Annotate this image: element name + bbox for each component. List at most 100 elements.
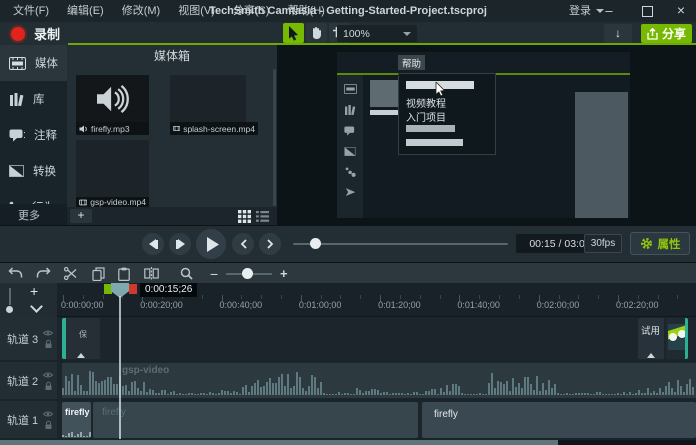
playhead-out-marker[interactable]	[129, 284, 137, 294]
eye-icon[interactable]	[43, 371, 53, 378]
pan-tool-button[interactable]	[306, 23, 327, 43]
lock-icon[interactable]	[44, 420, 53, 429]
canvas-preview: 帮助 视频教程 入门项目	[277, 45, 696, 225]
lock-icon[interactable]	[44, 339, 53, 348]
behaviors-icon	[345, 167, 356, 177]
clip-label: 保	[79, 329, 87, 340]
record-button[interactable]: 录制	[9, 24, 60, 43]
clip-edge	[685, 318, 688, 359]
step-back-icon	[149, 239, 156, 249]
media-item-label[interactable]: firefly.mp3	[76, 122, 149, 135]
audio-waveform	[62, 429, 91, 437]
split-button[interactable]	[144, 267, 159, 280]
pointer-icon	[345, 188, 356, 197]
ruler-tick	[499, 295, 500, 299]
media-thumbnail-gsp[interactable]	[76, 140, 149, 197]
video-help-menu-label: 帮助	[398, 55, 425, 70]
track-height-slider[interactable]	[9, 288, 11, 305]
download-button[interactable]: ↓	[604, 24, 632, 43]
sidebar-item-transitions[interactable]: 转换	[0, 153, 67, 189]
grid-view-button[interactable]	[238, 210, 251, 223]
transition-icon	[9, 165, 24, 177]
playhead-in-marker[interactable]	[104, 284, 112, 294]
properties-button[interactable]: 属性	[630, 232, 690, 255]
timeline-scrollbar-thumb[interactable]	[0, 440, 558, 445]
add-media-button[interactable]: +	[70, 209, 92, 223]
paste-button[interactable]	[118, 267, 130, 281]
timeline-zoom-slider-handle[interactable]	[242, 268, 253, 279]
ruler-tick	[281, 295, 282, 299]
ruler-label: 0:02:20;00	[616, 300, 659, 310]
timeline-zoom-in-button[interactable]: +	[280, 266, 288, 281]
media-bin-scrollbar[interactable]	[273, 69, 276, 206]
track-3-lane[interactable]	[57, 317, 696, 360]
record-label: 录制	[34, 24, 60, 43]
menu-placeholder-bar	[406, 125, 455, 132]
ruler-tick	[241, 295, 242, 299]
step-bar	[156, 240, 158, 249]
cursor-tool-button[interactable]	[283, 23, 304, 43]
seek-slider-handle[interactable]	[310, 238, 321, 249]
clip-gsp-video[interactable]: gsp-video	[62, 363, 696, 398]
menu-modify[interactable]: 修改(M)	[113, 0, 170, 22]
ruler-tick	[202, 295, 203, 299]
sidebar-item-library[interactable]: 库	[0, 81, 67, 117]
track-name: 轨道 1	[7, 412, 38, 428]
next-clip-button[interactable]	[259, 233, 281, 255]
minimize-button[interactable]: –	[598, 0, 620, 22]
share-button[interactable]: 分享	[641, 24, 692, 43]
eye-icon[interactable]	[43, 410, 53, 417]
sidebar-item-media[interactable]: 媒体	[0, 45, 67, 81]
clip-trial[interactable]: 试用	[638, 318, 664, 359]
record-icon	[9, 25, 27, 43]
clip-firefly-3[interactable]: firefly	[422, 402, 696, 438]
add-track-button[interactable]: +	[30, 283, 38, 299]
share-label: 分享	[662, 25, 686, 42]
media-thumbnail-firefly[interactable]	[76, 75, 149, 122]
undo-button[interactable]	[8, 267, 23, 279]
previous-clip-button[interactable]	[232, 233, 254, 255]
eye-icon[interactable]	[43, 329, 53, 336]
chevron-down-icon[interactable]	[30, 300, 43, 313]
menu-file[interactable]: 文件(F)	[4, 0, 58, 22]
redo-button[interactable]	[36, 267, 51, 279]
clip-visual-effect[interactable]	[666, 318, 688, 359]
sidebar-item-label: 转换	[33, 163, 56, 179]
media-item-name: splash-screen.mp4	[183, 124, 255, 134]
maximize-button[interactable]	[636, 0, 658, 22]
clip-firefly-2[interactable]: firefly	[93, 402, 418, 438]
timeline-scrollbar[interactable]	[0, 440, 696, 445]
seek-slider[interactable]	[293, 243, 508, 245]
track-height-slider-handle[interactable]	[6, 306, 13, 313]
clip-firefly-1[interactable]: firefly	[62, 402, 91, 438]
lock-icon[interactable]	[44, 381, 53, 390]
copy-button[interactable]	[92, 267, 105, 281]
ruler-label: 0:01:20;00	[378, 300, 421, 310]
clip-annotation-small[interactable]: 保	[62, 318, 100, 359]
play-button[interactable]	[196, 229, 226, 259]
media-thumbnail-splash[interactable]	[170, 75, 246, 122]
filmstrip-icon	[344, 84, 357, 94]
clip-label: firefly	[65, 407, 90, 417]
menu-edit[interactable]: 编辑(E)	[58, 0, 113, 22]
cut-button[interactable]	[64, 267, 78, 280]
media-item-label[interactable]: splash-screen.mp4	[170, 122, 258, 135]
sidebar-item-annotations[interactable]: 注释	[0, 117, 67, 153]
media-item-name: firefly.mp3	[91, 124, 130, 134]
next-frame-button[interactable]	[169, 233, 191, 255]
ruler-tick	[479, 295, 480, 299]
video-icon	[173, 125, 180, 132]
transition-icon	[344, 147, 356, 156]
timeline-zoom-out-button[interactable]: −	[210, 266, 218, 282]
close-button[interactable]: ×	[670, 0, 692, 22]
step-forward-icon	[178, 239, 185, 249]
previous-frame-button[interactable]	[142, 233, 164, 255]
ruler-tick	[360, 295, 361, 299]
playhead-line[interactable]	[119, 296, 121, 439]
track-name: 轨道 2	[7, 373, 38, 389]
canvas-zoom-select[interactable]: 100%	[337, 25, 417, 42]
sidebar-more-button[interactable]: 更多	[0, 204, 67, 225]
library-icon	[9, 93, 24, 106]
list-view-button[interactable]	[256, 211, 269, 222]
media-item-label[interactable]: gsp-video.mp4	[76, 197, 149, 207]
